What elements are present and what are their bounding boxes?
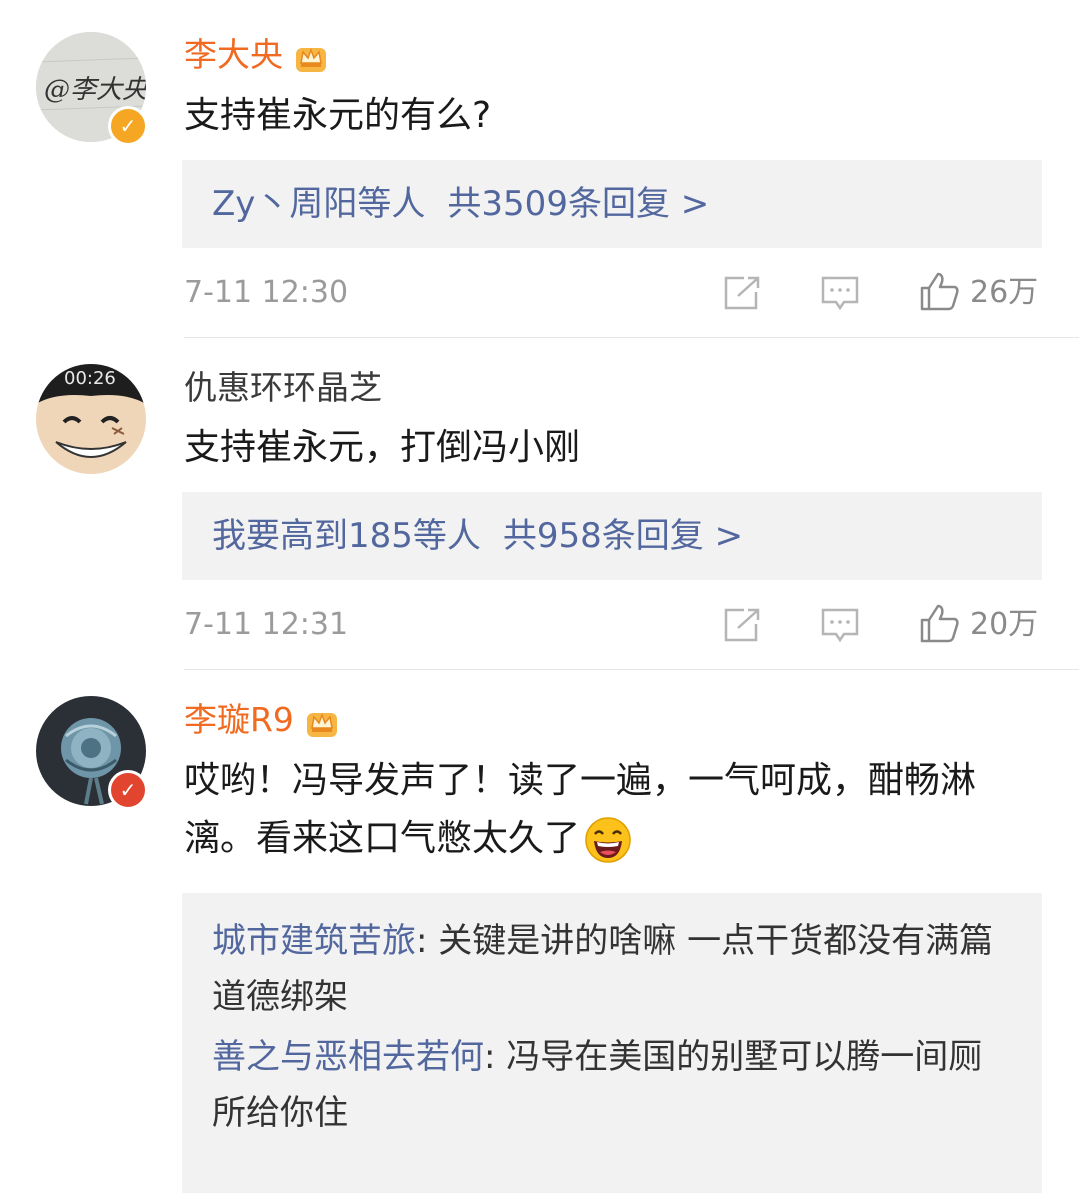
sub-reply-user[interactable]: 城市建筑苦旅 [212, 921, 416, 961]
divider [184, 669, 1079, 670]
avatar[interactable]: @李大央 ✓ [36, 32, 148, 146]
comment-icon[interactable] [820, 606, 860, 644]
reply-count-link[interactable]: 共3509条回复 > [447, 184, 709, 224]
reply-users[interactable]: Zy丶周阳等人 [212, 184, 425, 224]
avatar[interactable]: ✓ [36, 696, 148, 810]
timestamp: 7-11 12:31 [184, 607, 349, 642]
sub-replies-box[interactable]: 城市建筑苦旅: 关键是讲的啥嘛 一点干货都没有满篇道德绑架 善之与恶相去若何: … [182, 893, 1042, 1193]
sub-reply-separator: : [484, 1037, 507, 1077]
verified-badge-icon: ✓ [108, 106, 148, 146]
reply-users[interactable]: 我要高到185等人 [212, 516, 481, 556]
replies-preview[interactable]: 我要高到185等人 共958条回复 > [182, 492, 1042, 580]
like-count: 26万 [970, 275, 1039, 310]
share-icon[interactable] [722, 274, 762, 312]
comment-text: 支持崔永元，打倒冯小刚 [184, 427, 581, 468]
like-icon[interactable] [918, 602, 960, 644]
crown-icon [296, 47, 326, 72]
comment-meta: 7-11 12:30 26万 [184, 268, 1044, 318]
username[interactable]: 李璇R9 [184, 700, 340, 740]
replies-preview[interactable]: Zy丶周阳等人 共3509条回复 > [182, 160, 1042, 248]
verified-badge-icon: ✓ [108, 770, 148, 810]
reply-count-link[interactable]: 共958条回复 > [503, 516, 743, 556]
like-count: 20万 [970, 607, 1039, 642]
sub-reply-user[interactable]: 善之与恶相去若何 [212, 1037, 484, 1077]
comment-text: 哎哟！冯导发声了！读了一遍，一气呵成，酣畅淋漓。看来这口气憋太久了 [184, 752, 1044, 868]
divider [184, 337, 1079, 338]
crown-icon [306, 712, 337, 737]
timestamp: 7-11 12:30 [184, 275, 349, 310]
username[interactable]: 李大央 [184, 35, 329, 75]
like-icon[interactable] [918, 270, 960, 312]
username[interactable]: 仇惠环环晶芝 [184, 368, 382, 408]
laughing-emoji-icon [585, 817, 631, 863]
comment-text: 支持崔永元的有么? [184, 95, 492, 136]
share-icon[interactable] [722, 606, 762, 644]
sub-reply[interactable]: 善之与恶相去若何: 冯导在美国的别墅可以腾一间厕所给你住 [212, 1029, 1014, 1141]
sub-reply-separator: : [416, 921, 439, 961]
sub-reply[interactable]: 城市建筑苦旅: 关键是讲的啥嘛 一点干货都没有满篇道德绑架 [212, 913, 1014, 1025]
svg-text:@李大央: @李大央 [44, 75, 146, 105]
svg-text:00:26: 00:26 [64, 368, 116, 389]
avatar[interactable]: 00:26 [36, 364, 146, 474]
comment-icon[interactable] [820, 274, 860, 312]
comment-meta: 7-11 12:31 20万 [184, 600, 1044, 650]
